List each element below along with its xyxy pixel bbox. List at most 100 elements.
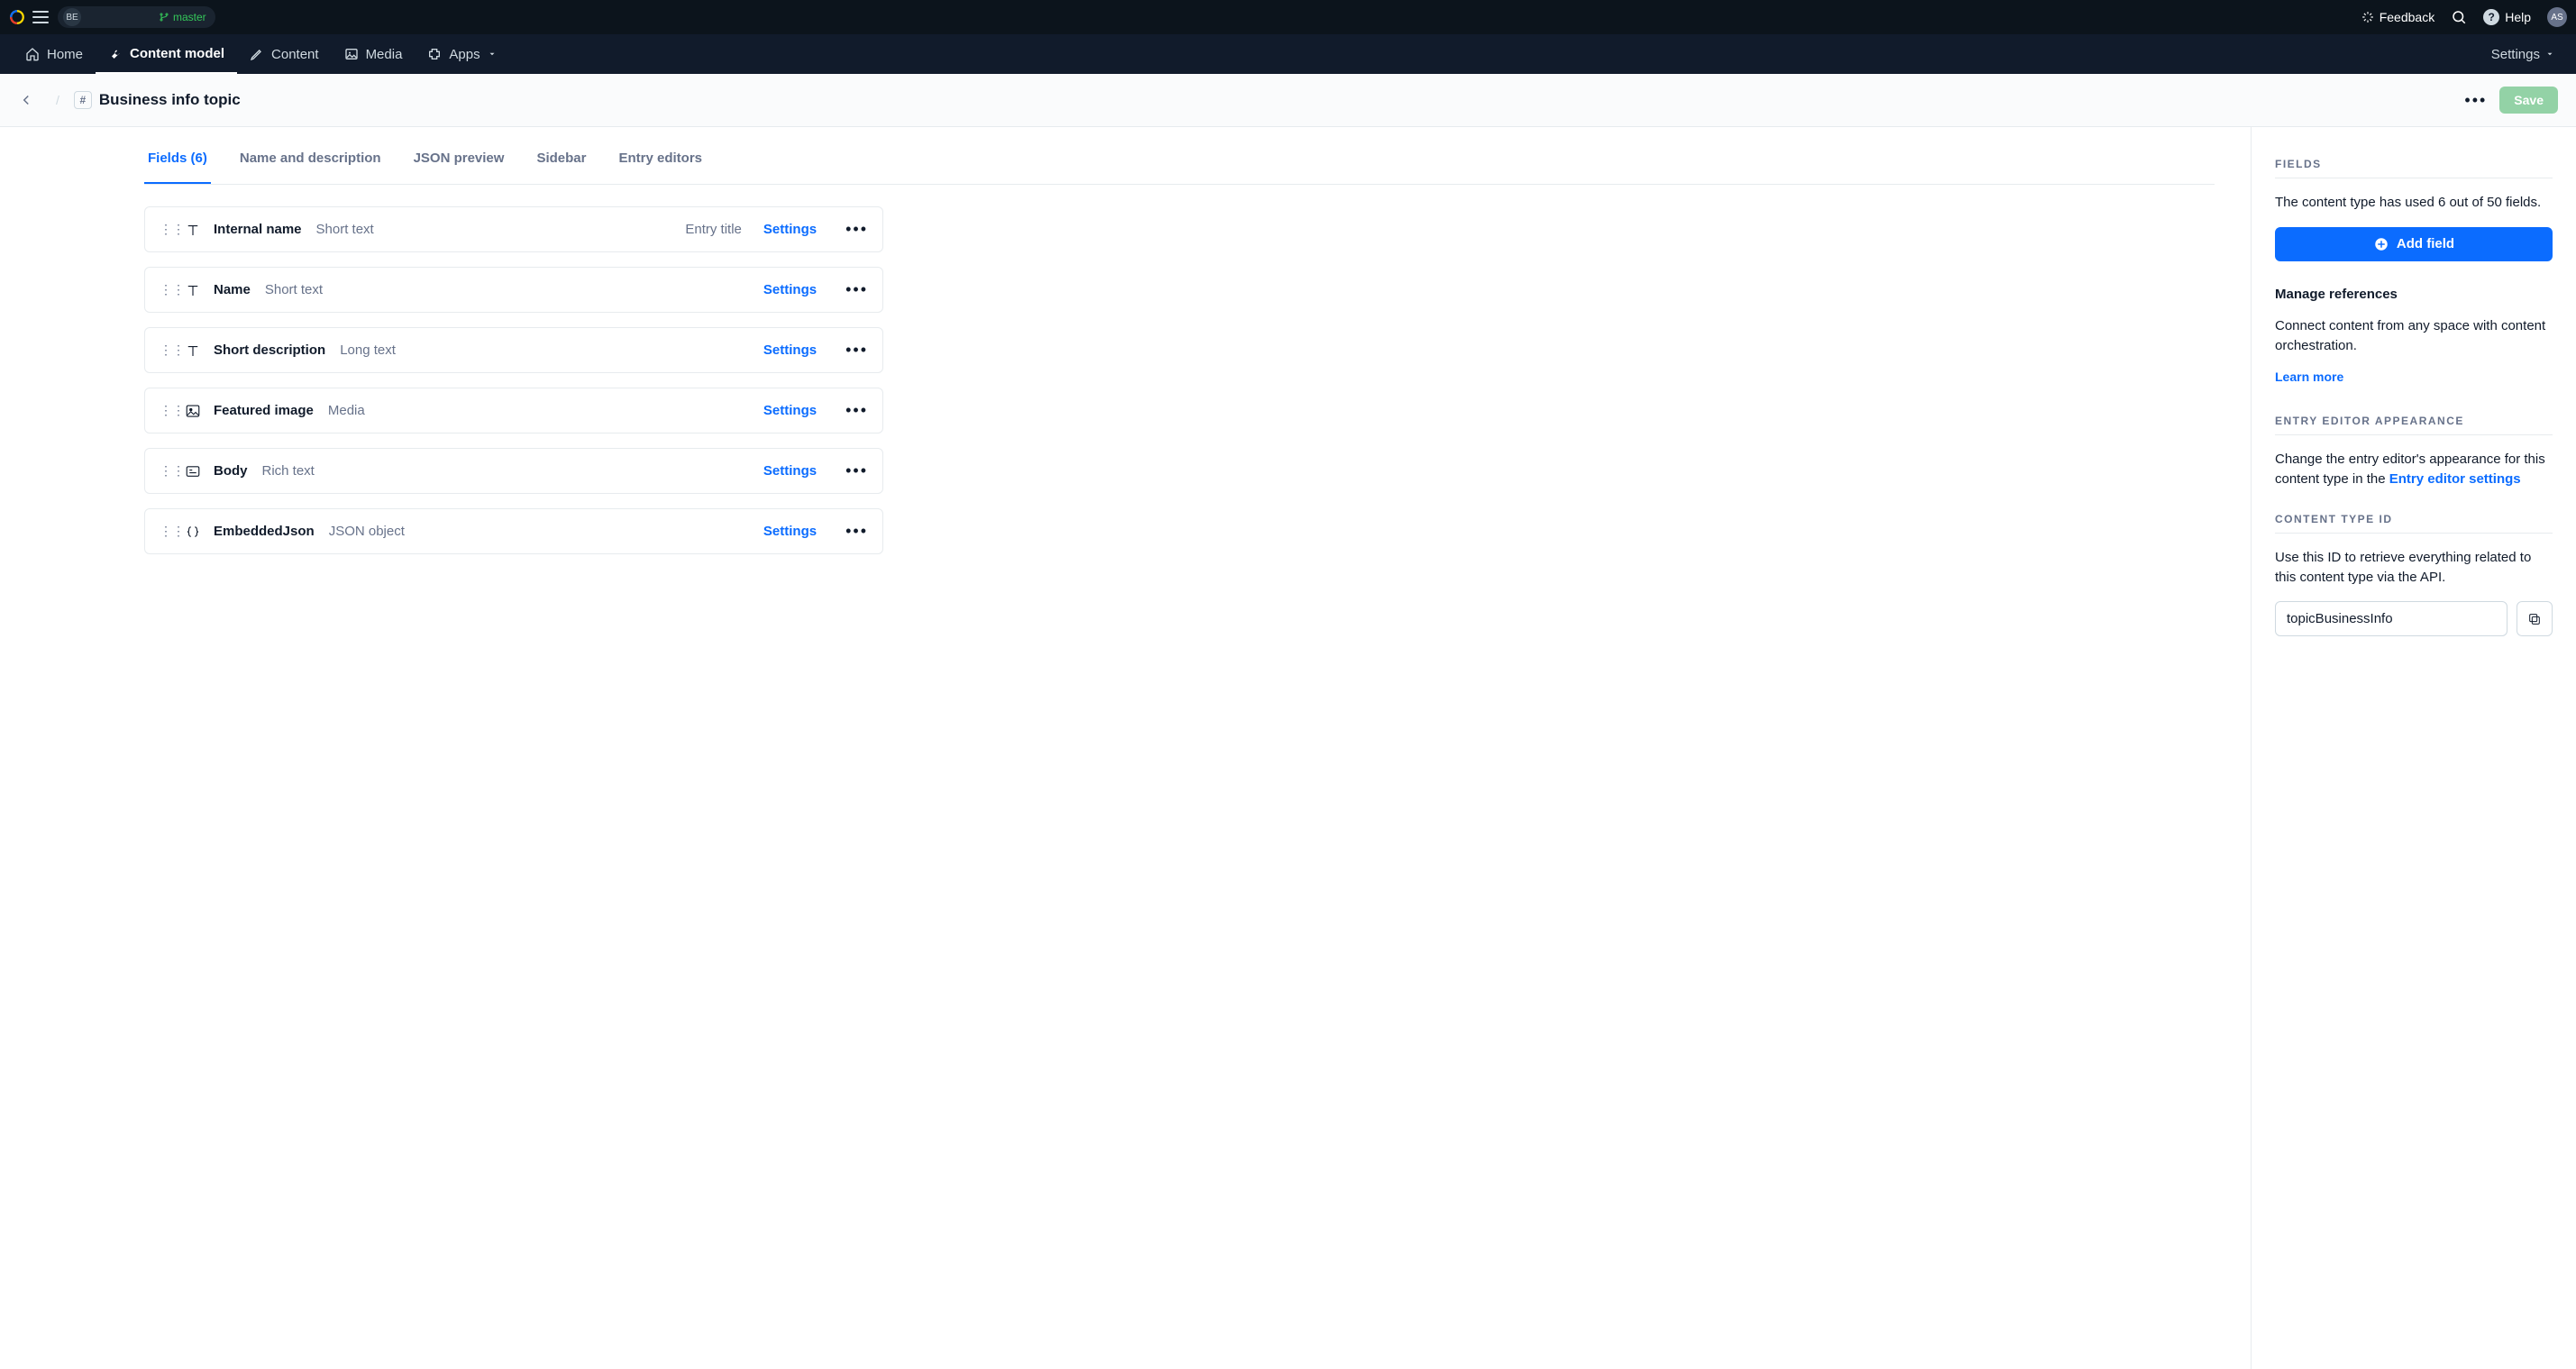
tab-fields[interactable]: Fields (6) [144,134,211,184]
sparkle-icon [2361,11,2374,23]
puzzle-icon [427,47,442,61]
field-name: Internal name [214,222,302,237]
sidebar-heading-ctid: Content type ID [2275,513,2553,534]
field-row: ⋮⋮ Internal name Short text Entry title … [144,206,883,252]
tabs: Fields (6) Name and description JSON pre… [144,134,2215,185]
field-more-button[interactable]: ••• [845,522,868,541]
field-more-button[interactable]: ••• [845,461,868,480]
app-logo-icon[interactable] [9,9,25,25]
drag-handle-icon[interactable]: ⋮⋮ [160,463,172,479]
wrench-icon [108,46,123,60]
space-badge: BE [63,8,81,26]
copy-id-button[interactable] [2517,601,2553,636]
field-row: ⋮⋮ Name Short text Settings ••• [144,267,883,313]
avatar[interactable]: AS [2547,7,2567,27]
help-icon: ? [2483,9,2499,25]
field-row: ⋮⋮ Featured image Media Settings ••• [144,388,883,434]
copy-icon [2527,612,2542,626]
field-settings-link[interactable]: Settings [763,222,817,237]
field-settings-link[interactable]: Settings [763,282,817,297]
save-button[interactable]: Save [2499,87,2558,114]
field-row: ⋮⋮ EmbeddedJson JSON object Settings ••• [144,508,883,554]
page-header: / # Business info topic ••• Save [0,74,2576,127]
json-type-icon [185,524,201,540]
field-more-button[interactable]: ••• [845,220,868,239]
home-icon [25,47,40,61]
media-type-icon [185,403,201,419]
field-more-button[interactable]: ••• [845,280,868,299]
content-type-id-input[interactable] [2275,601,2507,636]
field-type: JSON object [329,524,405,539]
drag-handle-icon[interactable]: ⋮⋮ [160,342,172,358]
fields-used-text: The content type has used 6 out of 50 fi… [2275,193,2553,213]
field-more-button[interactable]: ••• [845,341,868,360]
manage-references-text: Connect content from any space with cont… [2275,316,2553,356]
text-type-icon [185,342,201,359]
menu-icon[interactable] [32,9,49,25]
fields-list: ⋮⋮ Internal name Short text Entry title … [144,206,883,554]
field-type: Long text [340,342,396,358]
field-name: EmbeddedJson [214,524,315,539]
manage-references-heading: Manage references [2275,287,2553,302]
tab-json-preview[interactable]: JSON preview [410,134,508,184]
field-more-button[interactable]: ••• [845,401,868,420]
pen-icon [250,47,264,61]
field-row: ⋮⋮ Short description Long text Settings … [144,327,883,373]
field-settings-link[interactable]: Settings [763,403,817,418]
field-type: Rich text [262,463,315,479]
nav-apps[interactable]: Apps [415,34,508,74]
content-type-chip: # Business info topic [74,91,241,109]
text-type-icon [185,222,201,238]
field-name: Body [214,463,248,479]
branch-label: master [159,11,206,23]
text-type-icon [185,282,201,298]
richtext-type-icon [185,463,201,479]
drag-handle-icon[interactable]: ⋮⋮ [160,403,172,418]
tab-sidebar[interactable]: Sidebar [533,134,589,184]
nav-content[interactable]: Content [237,34,332,74]
field-settings-link[interactable]: Settings [763,524,817,539]
drag-handle-icon[interactable]: ⋮⋮ [160,282,172,297]
field-settings-link[interactable]: Settings [763,463,817,479]
drag-handle-icon[interactable]: ⋮⋮ [160,524,172,539]
environment-pill[interactable]: BE master [58,6,215,28]
chevron-down-icon [488,50,497,59]
field-type: Short text [316,222,374,237]
editor-appearance-text: Change the entry editor's appearance for… [2275,450,2553,489]
entry-title-badge: Entry title [685,222,742,237]
header-more-button[interactable]: ••• [2464,91,2487,110]
drag-handle-icon[interactable]: ⋮⋮ [160,222,172,237]
sidebar-heading-fields: Fields [2275,158,2553,178]
field-row: ⋮⋮ Body Rich text Settings ••• [144,448,883,494]
add-field-button[interactable]: Add field [2275,227,2553,261]
nav-media[interactable]: Media [332,34,416,74]
nav-home[interactable]: Home [13,34,96,74]
learn-more-link[interactable]: Learn more [2275,370,2343,384]
back-arrow-icon[interactable] [18,92,34,108]
tab-entry-editors[interactable]: Entry editors [615,134,706,184]
workspace-topbar: BE master Feedback ? Help AS [0,0,2576,34]
breadcrumb-separator: / [56,93,59,107]
field-settings-link[interactable]: Settings [763,342,817,358]
tab-name-description[interactable]: Name and description [236,134,385,184]
entry-editor-settings-link[interactable]: Entry editor settings [2389,471,2521,487]
feedback-button[interactable]: Feedback [2361,10,2434,24]
page-title: Business info topic [99,91,241,109]
sidebar-panel: Fields The content type has used 6 out o… [2252,127,2576,1369]
field-type: Short text [265,282,323,297]
help-button[interactable]: ? Help [2483,9,2531,25]
chevron-down-icon [2545,50,2554,59]
sidebar-heading-editor: Entry editor appearance [2275,415,2553,435]
hash-icon: # [74,91,92,109]
search-icon [2451,9,2467,25]
search-button[interactable] [2451,9,2467,25]
field-name: Name [214,282,251,297]
image-icon [344,47,359,61]
plus-circle-icon [2373,236,2389,252]
field-type: Media [328,403,365,418]
nav-content-model[interactable]: Content model [96,34,237,74]
primary-nav: Home Content model Content Media Apps Se… [0,34,2576,74]
field-name: Short description [214,342,325,358]
ctid-text: Use this ID to retrieve everything relat… [2275,548,2553,588]
nav-settings[interactable]: Settings [2482,47,2563,62]
